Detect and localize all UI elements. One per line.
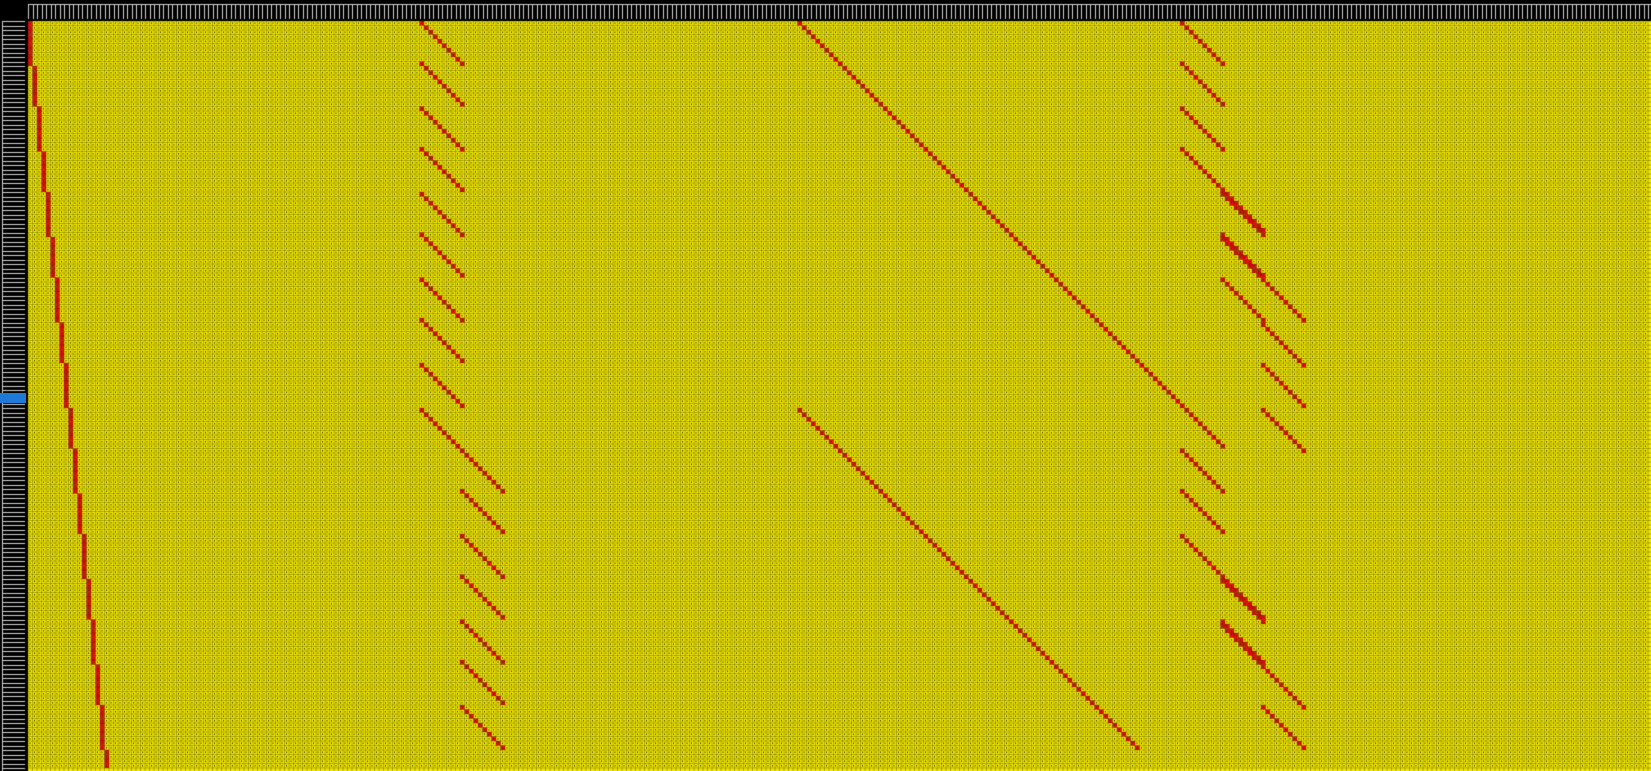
selected-row-header[interactable] — [0, 393, 26, 403]
spreadsheet-grid[interactable] — [0, 0, 1651, 771]
cell-grid-canvas[interactable] — [0, 0, 1651, 771]
